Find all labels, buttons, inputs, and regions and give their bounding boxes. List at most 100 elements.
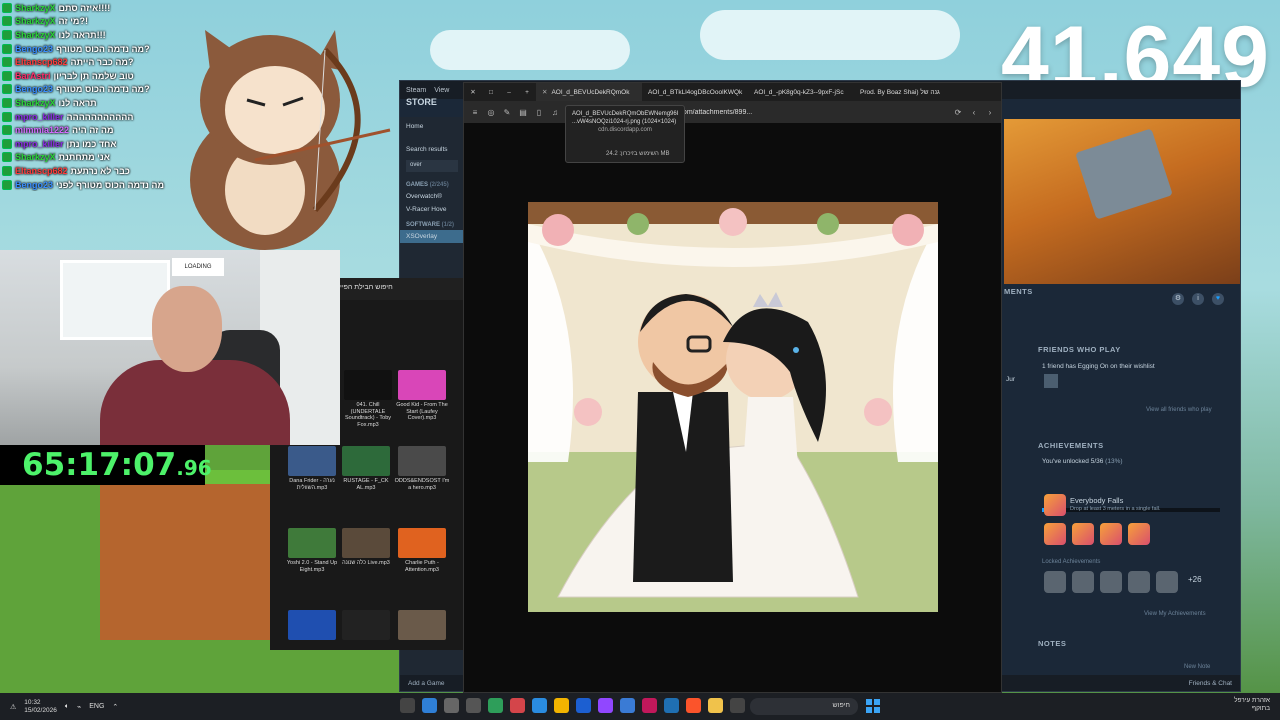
friend-avatar[interactable]	[1044, 374, 1058, 388]
chat-username[interactable]: BarAstri	[15, 71, 51, 81]
new-tab-icon[interactable]: +	[518, 89, 536, 96]
steam-game-item[interactable]: V-Racer Hove	[400, 203, 464, 216]
chat-username[interactable]: mimmia1222	[15, 125, 69, 135]
app-icon[interactable]	[532, 698, 547, 713]
terminal-icon[interactable]	[466, 698, 481, 713]
chat-username[interactable]: SharkzyX	[15, 98, 56, 108]
timer-fraction: .96	[176, 456, 212, 480]
lock-icon[interactable]	[1044, 571, 1066, 593]
lock-icon[interactable]	[1128, 571, 1150, 593]
view-all-friends-link[interactable]: View all friends who play	[1146, 407, 1212, 413]
steam-software-header[interactable]: SOFTWARE (1/2)	[400, 216, 464, 230]
add-game-button[interactable]: Add a Game	[408, 680, 445, 687]
chat-username[interactable]: Bengo23	[15, 44, 53, 54]
steam-store-tab[interactable]: STORE	[406, 97, 437, 107]
file-tile[interactable]: RUSTAGE - F_CK AL.mp3	[338, 446, 394, 491]
chat-username[interactable]: Eltanscp682	[15, 57, 68, 67]
new-note-link[interactable]: New Note	[1184, 664, 1210, 670]
folder-icon[interactable]	[708, 698, 723, 713]
app-icon[interactable]	[576, 698, 591, 713]
chat-username[interactable]: Bengo23	[15, 180, 53, 190]
achievement-icon[interactable]	[1072, 523, 1094, 545]
app-icon[interactable]	[554, 698, 569, 713]
file-tile[interactable]: Dana Frider - נערה השוולית.mp3	[284, 446, 340, 491]
reload-icon[interactable]: ⟳	[953, 108, 963, 117]
view-my-achievements-link[interactable]: View My Achievements	[1144, 611, 1206, 617]
steam-search-input[interactable]: over	[406, 160, 458, 172]
windows-start-icon[interactable]	[866, 699, 880, 713]
minimize-icon[interactable]: –	[500, 89, 518, 96]
app-icon[interactable]	[400, 698, 415, 713]
steam-icon[interactable]	[664, 698, 679, 713]
network-icon[interactable]: ⌁	[77, 703, 81, 711]
locked-more-count[interactable]: +26	[1188, 575, 1202, 584]
browser-tab[interactable]: AOI_d_-pK8g0q-kZ3--9pxF-jSc	[748, 83, 854, 101]
chat-username[interactable]: Bengo23	[15, 84, 53, 94]
file-tile[interactable]	[284, 610, 340, 642]
app-icon[interactable]	[488, 698, 503, 713]
app-icon[interactable]	[598, 698, 613, 713]
archer-mascot	[190, 30, 391, 250]
language-indicator[interactable]: ENG	[89, 703, 104, 710]
menu-icon[interactable]: ≡	[470, 108, 480, 117]
steam-games-header[interactable]: GAMES (2/245)	[400, 176, 464, 190]
chat-username[interactable]: Eltanscp682	[15, 166, 68, 176]
sidebar-icon[interactable]: ▤	[518, 108, 528, 117]
browser-tab[interactable]: Prod. By Boaz Shai) גנה של	[854, 83, 960, 101]
chat-username[interactable]: SharkzyX	[15, 152, 56, 162]
file-tile[interactable]: Good Kid - From The Start (Laufey Cover)…	[394, 370, 450, 422]
steam-menu-steam[interactable]: Steam	[406, 87, 426, 94]
chat-username[interactable]: SharkzyX	[15, 16, 56, 26]
reader-icon[interactable]: ▯	[534, 108, 544, 117]
file-tile[interactable]: 041. Chill (UNDERTALE Soundtrack) - Toby…	[340, 370, 396, 428]
file-tile[interactable]: ODDS&ENDSOST I'm a hero.mp3	[394, 446, 450, 491]
clock[interactable]: 10:32 15/02/2026	[24, 699, 57, 715]
chevron-up-icon[interactable]: ⌃	[112, 703, 118, 711]
achievement-icon[interactable]	[1100, 523, 1122, 545]
file-tile[interactable]: Yoshi 2.0 - Stand Up Eight.mp3	[284, 528, 340, 573]
chat-username[interactable]: SharkzyX	[15, 30, 56, 40]
app-icon[interactable]	[642, 698, 657, 713]
steam-software-item[interactable]: XSOverlay	[400, 230, 464, 243]
taskbar-search[interactable]: חיפוש	[750, 698, 858, 715]
browser-icon[interactable]	[422, 698, 437, 713]
friends-chat-button[interactable]: Friends & Chat	[1189, 680, 1232, 687]
achievement-icon[interactable]	[1044, 523, 1066, 545]
badge-icon	[2, 138, 12, 149]
extension-icon[interactable]: ◎	[486, 108, 496, 117]
file-tile[interactable]: Charlie Puth - Attention.mp3	[394, 528, 450, 573]
lock-icon[interactable]	[1072, 571, 1094, 593]
file-tile[interactable]	[338, 610, 394, 642]
app-icon[interactable]	[444, 698, 459, 713]
app-icon[interactable]	[510, 698, 525, 713]
browser-tab[interactable]: ✕ AOI_d_BEVUcDekRQmOk	[536, 83, 642, 101]
volume-icon[interactable]: 🔈︎	[65, 703, 69, 711]
achievement-icon[interactable]	[1128, 523, 1150, 545]
achievement-icon[interactable]	[1044, 494, 1066, 516]
forward-icon[interactable]: ‹	[969, 108, 979, 117]
file-tile[interactable]	[394, 610, 450, 642]
app-icon[interactable]	[730, 698, 745, 713]
close-icon[interactable]: ✕	[464, 88, 482, 96]
maximize-icon[interactable]: □	[482, 89, 500, 96]
brave-icon[interactable]	[686, 698, 701, 713]
warning-icon[interactable]: ⚠	[10, 703, 16, 711]
music-icon[interactable]: ♫	[550, 108, 560, 117]
steam-menu-view[interactable]: View	[434, 87, 449, 94]
file-tile[interactable]: כלה שנונה Live.mp3	[338, 528, 394, 567]
chat-username[interactable]: mpro_killer	[15, 112, 64, 122]
pen-icon[interactable]: ✎	[502, 108, 512, 117]
lock-icon[interactable]	[1156, 571, 1178, 593]
steam-nav-home[interactable]: Home	[400, 117, 464, 133]
chat-username[interactable]: mpro_killer	[15, 139, 64, 149]
back-nav-icon[interactable]: ›	[985, 108, 995, 117]
weather-widget[interactable]: אזהרת עירפל בתוקף	[1234, 697, 1270, 713]
app-icon[interactable]	[620, 698, 635, 713]
browser-tab[interactable]: AOI_d_BTkLl4ogDBcOoolKWQk	[642, 83, 748, 101]
steam-game-item[interactable]: Overwatch®	[400, 190, 464, 203]
lock-icon[interactable]	[1100, 571, 1122, 593]
achievements-tab-label[interactable]: MENTS	[1004, 287, 1194, 296]
chat-username[interactable]: SharkzyX	[15, 3, 56, 13]
tab-close-icon[interactable]: ✕	[542, 88, 547, 96]
favorite-icon[interactable]: ♥	[1212, 293, 1224, 305]
